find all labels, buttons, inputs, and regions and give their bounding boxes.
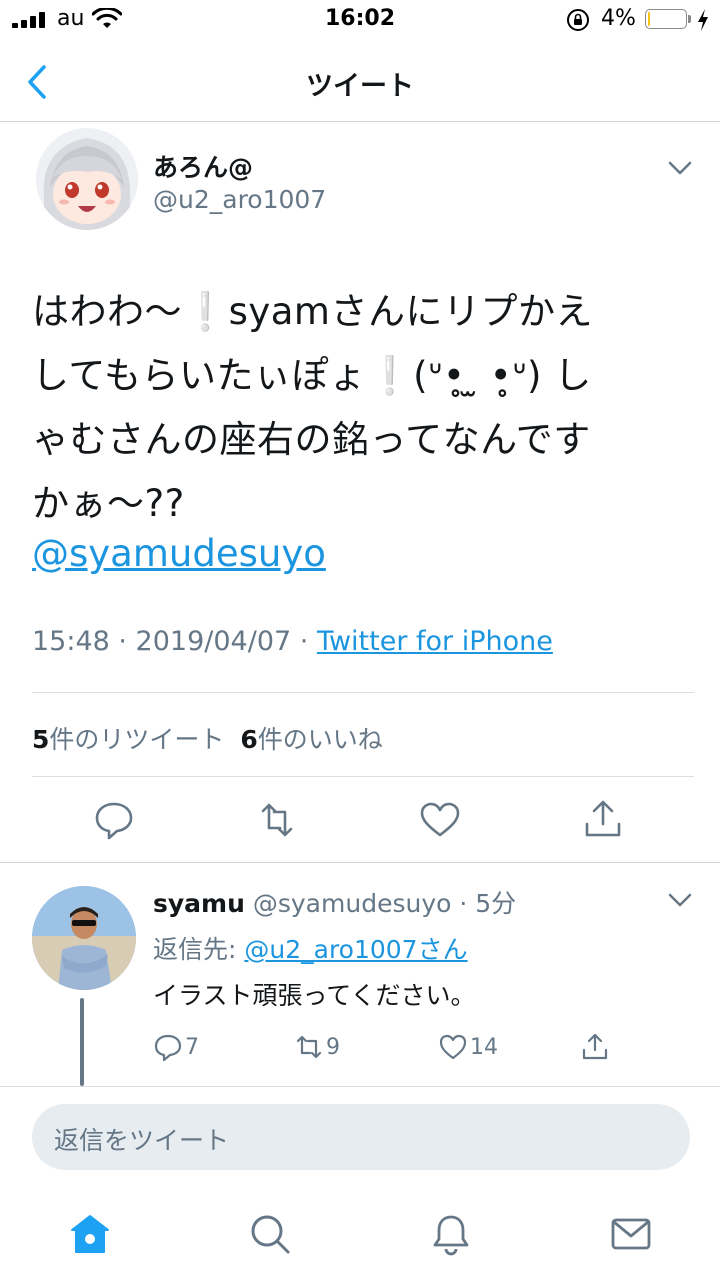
- like-count[interactable]: 6: [240, 725, 257, 754]
- like-icon: [439, 1034, 467, 1060]
- battery-icon: [645, 9, 687, 29]
- divider: [32, 692, 694, 693]
- tweet-source-link[interactable]: Twitter for iPhone: [317, 626, 553, 657]
- chevron-down-icon[interactable]: [666, 888, 694, 912]
- search-icon[interactable]: [248, 1212, 292, 1256]
- retweet-label[interactable]: 件のリツイート: [49, 725, 224, 754]
- author-name[interactable]: あろん@: [153, 148, 253, 184]
- battery-percentage: 4%: [601, 6, 636, 31]
- reply-retweet-action[interactable]: 9: [294, 1030, 340, 1064]
- author-handle[interactable]: @u2_aro1007: [153, 185, 326, 214]
- thread-line: [80, 998, 84, 1086]
- retweet-icon: [296, 1035, 322, 1059]
- divider: [0, 1086, 720, 1087]
- tweet-text-line: かぁ〜??: [32, 482, 185, 525]
- section-separator: [0, 862, 720, 863]
- nav-header: ツイート: [0, 44, 720, 122]
- reply-share-action[interactable]: [580, 1030, 612, 1064]
- reply-time: · 5分: [459, 889, 517, 918]
- tweet-stats: 5件のリツイート 6件のいいね: [32, 720, 383, 756]
- mention-link[interactable]: @syamudesuyo: [32, 532, 326, 575]
- reply-icon[interactable]: [92, 798, 136, 842]
- charging-icon: [698, 9, 708, 31]
- share-icon: [582, 1033, 608, 1060]
- tweet-text: はわわ〜❕syamさんにリプかえ してもらいたぃぽょ❕(ᐡ•̥ ̫ •̥ᐡ) し…: [32, 280, 692, 536]
- tweet-text-line: ゃむさんの座右の銘ってなんです: [32, 418, 591, 461]
- notifications-icon[interactable]: [429, 1212, 473, 1256]
- battery-tip: [688, 15, 691, 23]
- like-icon[interactable]: [418, 798, 462, 842]
- reply-like-count: 14: [470, 1034, 498, 1060]
- chevron-down-icon[interactable]: [666, 156, 694, 180]
- reply-to-user-link[interactable]: @u2_aro1007さん: [244, 935, 467, 964]
- battery-level: [648, 12, 650, 26]
- reply-icon: [154, 1034, 182, 1062]
- share-icon[interactable]: [581, 798, 625, 842]
- tweet-text-line: はわわ〜❕syamさんにリプかえ: [32, 290, 593, 333]
- tweet-text-line: してもらいたぃぽょ❕(ᐡ•̥ ̫ •̥ᐡ) し: [32, 354, 592, 397]
- reply-to: 返信先: @u2_aro1007さん: [153, 930, 468, 966]
- orientation-lock-icon: [567, 9, 589, 31]
- reply-text: イラスト頑張ってください。: [153, 981, 476, 1010]
- tweet-meta: 15:48 · 2019/04/07 · Twitter for iPhone: [32, 626, 553, 657]
- tweet-timestamp: 15:48 · 2019/04/07 ·: [32, 626, 317, 657]
- page-title: ツイート: [306, 71, 414, 102]
- reply-reply-action[interactable]: 7: [153, 1030, 199, 1064]
- author-avatar[interactable]: [36, 128, 138, 230]
- retweet-icon[interactable]: [255, 798, 299, 842]
- reply-retweet-count: 9: [326, 1034, 340, 1060]
- reply-reply-count: 7: [185, 1034, 199, 1060]
- status-bar: au 16:02 4%: [0, 0, 720, 40]
- reply-author-handle[interactable]: @syamudesuyo: [253, 889, 452, 918]
- like-label[interactable]: 件のいいね: [258, 725, 383, 754]
- reply-composer-input[interactable]: 返信をツイート: [32, 1104, 690, 1170]
- reply-header: syamu @syamudesuyo · 5分: [153, 884, 516, 920]
- divider: [32, 776, 694, 777]
- messages-icon[interactable]: [609, 1212, 653, 1256]
- reply-author-avatar[interactable]: [32, 886, 136, 990]
- reply-like-action[interactable]: 14: [438, 1030, 498, 1064]
- reply-author-name[interactable]: syamu: [153, 889, 245, 918]
- home-icon[interactable]: [68, 1212, 112, 1256]
- reply-composer-placeholder: 返信をツイート: [54, 1126, 230, 1155]
- reply-to-label: 返信先:: [153, 935, 245, 964]
- retweet-count[interactable]: 5: [32, 725, 49, 754]
